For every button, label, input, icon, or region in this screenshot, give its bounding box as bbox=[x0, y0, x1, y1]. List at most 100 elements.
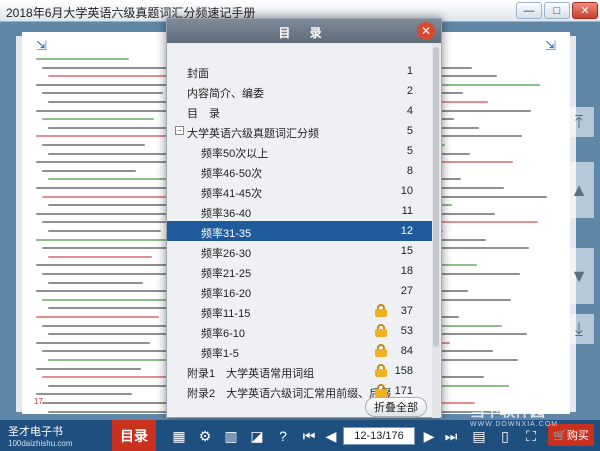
lock-icon bbox=[375, 324, 387, 337]
toc-item-label: 附录1 大学英语常用词组 bbox=[187, 368, 315, 380]
double-page-icon[interactable]: ▯ bbox=[496, 427, 514, 445]
toc-dialog-header: 目 录 ✕ bbox=[167, 19, 441, 43]
close-dialog-button[interactable]: ✕ bbox=[417, 22, 435, 40]
text-line bbox=[48, 230, 161, 232]
prev-page-icon[interactable]: ◀ bbox=[322, 427, 340, 445]
lock-icon bbox=[375, 364, 387, 377]
notes-icon[interactable]: ◪ bbox=[248, 427, 266, 445]
toc-item-page: 53 bbox=[400, 325, 413, 337]
bookmark-icon[interactable]: ⇲ bbox=[36, 38, 47, 54]
text-line bbox=[36, 367, 141, 370]
toc-button[interactable]: 目录 bbox=[112, 420, 156, 451]
brand-logo: 圣才电子书 100daizhishu.com bbox=[8, 423, 72, 448]
watermark-subtext: WWW.DOWNXIA.COM bbox=[470, 421, 559, 428]
toc-item-page: 8 bbox=[406, 165, 413, 177]
first-page-button[interactable]: ⤒ bbox=[564, 107, 594, 137]
brand-url: 100daizhishu.com bbox=[8, 439, 73, 448]
toc-item[interactable]: 频率1-5 84 bbox=[167, 341, 433, 361]
fullscreen-icon[interactable]: ⛶ bbox=[522, 427, 540, 445]
toc-item[interactable]: 封面 1 bbox=[167, 61, 433, 81]
page-up-button[interactable]: ▲ bbox=[564, 162, 594, 218]
toc-item-label: 频率36-40 bbox=[201, 208, 252, 220]
close-window-button[interactable]: ✕ bbox=[572, 2, 598, 19]
toc-item[interactable]: 频率46-50次 8 bbox=[167, 161, 433, 181]
toc-item[interactable]: 频率41-45次 10 bbox=[167, 181, 433, 201]
toc-item-page: 37 bbox=[400, 305, 413, 317]
first-page-icon[interactable]: ⏮ bbox=[300, 427, 318, 445]
toc-item[interactable]: 频率36-40 11 bbox=[167, 201, 433, 221]
text-line bbox=[48, 178, 179, 181]
toc-item-label: 频率41-45次 bbox=[201, 188, 263, 200]
watermark: 当下软件园 WWW.DOWNXIA.COM bbox=[470, 400, 558, 428]
toc-item[interactable]: 频率11-15 37 bbox=[167, 301, 433, 321]
text-line bbox=[42, 402, 175, 404]
bookmark-icon[interactable]: ⇲ bbox=[545, 38, 556, 54]
text-line bbox=[48, 204, 170, 207]
arrow-up-icon: ▲ bbox=[570, 179, 588, 200]
toc-item-label: 频率6-10 bbox=[201, 328, 246, 340]
help-icon[interactable]: ? bbox=[274, 427, 292, 445]
settings-icon[interactable]: ⚙ bbox=[196, 427, 214, 445]
collapse-all-button[interactable]: 折叠全部 bbox=[365, 397, 427, 417]
toc-item[interactable]: 频率6-10 53 bbox=[167, 321, 433, 341]
toc-item-label: 频率26-30 bbox=[201, 248, 252, 260]
toc-item-label: 频率46-50次 bbox=[201, 168, 263, 180]
toc-item-page: 4 bbox=[406, 105, 413, 117]
toc-item[interactable]: 内容简介、编委 2 bbox=[167, 81, 433, 101]
toc-item-label: 目 录 bbox=[187, 108, 220, 120]
toc-item[interactable]: 附录1 大学英语常用词组 158 bbox=[167, 361, 433, 381]
lock-icon bbox=[375, 304, 387, 317]
left-page-number: 17 bbox=[34, 397, 43, 406]
toc-item-page: 27 bbox=[400, 285, 413, 297]
page-number-input[interactable] bbox=[343, 427, 415, 445]
toc-item-page: 2 bbox=[406, 85, 413, 97]
minimize-icon: — bbox=[523, 4, 535, 17]
toc-item-label: 内容简介、编委 bbox=[187, 88, 264, 100]
page-down-button[interactable]: ▼ bbox=[564, 248, 594, 304]
scrollbar-thumb[interactable] bbox=[433, 47, 439, 347]
toc-item-label: 频率31-35 bbox=[201, 228, 252, 240]
toc-item[interactable]: 频率31-35 12 bbox=[167, 221, 433, 241]
minimize-button[interactable]: — bbox=[516, 2, 542, 19]
toc-item[interactable]: − 大学英语六级真题词汇分频 5 bbox=[167, 121, 433, 141]
watermark-text: 当下软件园 bbox=[470, 403, 546, 420]
toc-item-label: 频率50次以上 bbox=[201, 148, 269, 160]
last-page-button[interactable]: ⤓ bbox=[564, 314, 594, 344]
text-line bbox=[36, 393, 132, 396]
maximize-button[interactable]: □ bbox=[544, 2, 570, 19]
toc-item-page: 84 bbox=[400, 345, 413, 357]
text-line bbox=[42, 118, 154, 121]
single-page-icon[interactable]: ▤ bbox=[470, 427, 488, 445]
toc-item-page: 18 bbox=[400, 265, 413, 277]
toc-item-label: 频率16-20 bbox=[201, 288, 252, 300]
skip-up-icon: ⤒ bbox=[575, 111, 583, 132]
toc-item[interactable]: 频率50次以上 5 bbox=[167, 141, 433, 161]
text-line bbox=[42, 169, 136, 172]
collapse-toggle-icon[interactable]: − bbox=[175, 126, 184, 135]
bookmarks-icon[interactable]: ▥ bbox=[222, 427, 240, 445]
thumbnails-icon[interactable]: ▦ bbox=[170, 427, 188, 445]
toc-item-page: 1 bbox=[406, 65, 413, 77]
toc-item[interactable]: 目 录 4 bbox=[167, 101, 433, 121]
toc-item[interactable]: 频率26-30 15 bbox=[167, 241, 433, 261]
next-page-icon[interactable]: ▶ bbox=[420, 427, 438, 445]
last-page-icon[interactable]: ⏭ bbox=[442, 427, 460, 445]
text-line bbox=[42, 66, 172, 69]
toc-item[interactable]: 频率16-20 27 bbox=[167, 281, 433, 301]
text-line bbox=[36, 290, 168, 293]
text-line bbox=[36, 316, 159, 318]
toc-item-page: 171 bbox=[394, 385, 413, 397]
toc-item-page: 11 bbox=[401, 205, 413, 217]
text-line bbox=[42, 92, 163, 95]
toc-item[interactable]: 频率21-25 18 bbox=[167, 261, 433, 281]
text-line bbox=[48, 281, 143, 284]
buy-label: 购买 bbox=[566, 430, 589, 442]
text-line bbox=[36, 264, 177, 267]
text-line bbox=[36, 58, 129, 60]
toc-dialog: 目 录 ✕ 封面 1 内容简介、编委 2 目 录 4− 大学英语六级真题词汇分频 5 频率50次… bbox=[166, 18, 442, 418]
toc-item-label: 大学英语六级真题词汇分频 bbox=[187, 128, 319, 140]
page-edge-right bbox=[570, 36, 576, 412]
toc-scrollbar[interactable] bbox=[432, 43, 440, 418]
skip-down-icon: ⤓ bbox=[575, 318, 583, 339]
toc-item-label: 封面 bbox=[187, 68, 209, 80]
